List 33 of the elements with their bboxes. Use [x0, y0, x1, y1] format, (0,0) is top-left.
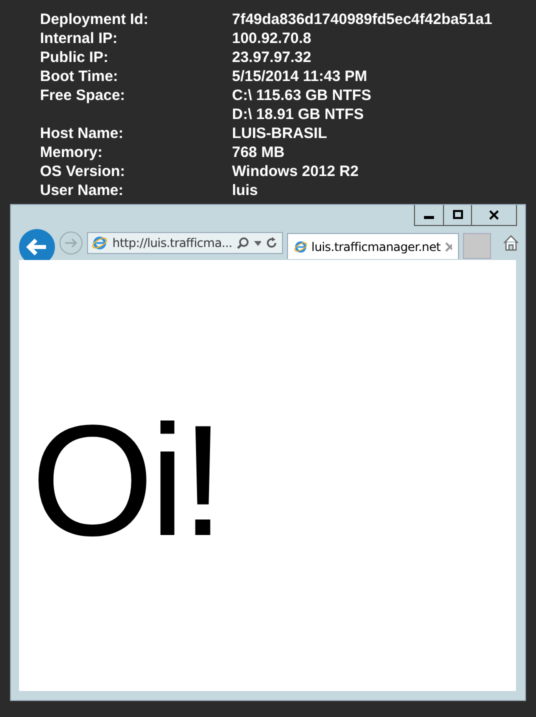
- close-tab-icon[interactable]: [444, 242, 452, 252]
- info-value: 5/15/2014 11:43 PM: [232, 67, 368, 86]
- page-heading: Oi!: [31, 402, 221, 560]
- browser-logo-icon: [92, 234, 108, 252]
- refresh-icon[interactable]: [266, 236, 278, 250]
- dropdown-icon[interactable]: [254, 240, 261, 246]
- info-label: Deployment Id:: [40, 10, 150, 29]
- maximize-icon: [452, 210, 462, 220]
- back-button[interactable]: [19, 229, 55, 260]
- info-label: OS Version:: [40, 162, 126, 181]
- info-label: User Name:: [40, 181, 124, 200]
- info-value: 23.97.97.32: [232, 48, 312, 67]
- info-label: Public IP:: [40, 48, 110, 67]
- info-value: 100.92.70.8: [232, 29, 312, 48]
- tab-title: luis.trafficmanager.net: [311, 240, 441, 254]
- info-label: Internal IP:: [40, 29, 119, 48]
- info-value: 768 MB: [232, 143, 285, 162]
- info-value: C:\ 115.63 GB NTFS: [232, 86, 372, 105]
- info-label: Free Space:: [40, 86, 126, 106]
- close-icon: [489, 210, 499, 220]
- info-label: Boot Time:: [40, 67, 120, 86]
- info-value: luis: [232, 181, 258, 200]
- address-bar[interactable]: http://luis.trafficma...: [87, 232, 283, 254]
- search-icon[interactable]: [237, 236, 250, 250]
- info-value: D:\ 18.91 GB NTFS: [232, 105, 364, 124]
- info-value: Windows 2012 R2: [232, 162, 359, 181]
- info-label: Memory:: [40, 143, 104, 162]
- info-value: LUIS-BRASIL: [232, 124, 327, 143]
- url-text: http://luis.trafficma...: [112, 236, 232, 250]
- home-icon[interactable]: [503, 235, 519, 251]
- info-value: 7f49da836d1740989fd5ec4f42ba51a1: [232, 10, 492, 29]
- info-label: Host Name:: [40, 124, 124, 143]
- browser-tab[interactable]: luis.trafficmanager.net: [287, 233, 459, 259]
